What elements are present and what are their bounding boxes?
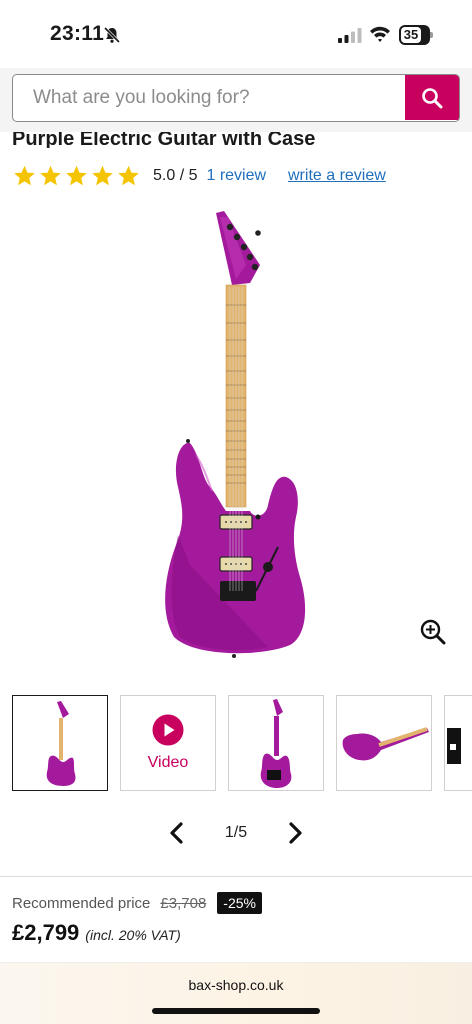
thumbnail-4[interactable]	[336, 695, 432, 791]
battery-level: 35	[401, 27, 421, 43]
star-icon	[92, 165, 113, 186]
product-rating: 5.0 / 5 1 review	[12, 163, 266, 189]
cellular-signal-icon	[338, 28, 362, 43]
recommended-price-label: Recommended price	[12, 894, 151, 912]
search-input[interactable]	[13, 75, 405, 120]
video-label: Video	[147, 754, 189, 771]
search-bar	[12, 74, 460, 122]
battery-icon: 35	[399, 25, 433, 45]
status-bar: 23:11 35	[0, 0, 472, 68]
write-review-link[interactable]: write a review	[288, 167, 386, 185]
thumbnail-5[interactable]	[444, 695, 472, 791]
price-row: £2,799 (incl. 20% VAT)	[12, 920, 181, 948]
star-icon	[118, 165, 139, 186]
browser-address-bar[interactable]: bax-shop.co.uk	[0, 962, 472, 1024]
search-icon	[422, 87, 443, 108]
discount-badge: -25%	[217, 892, 262, 914]
wifi-icon	[370, 26, 390, 42]
case-thumbnail	[447, 728, 461, 764]
recommended-price: £3,708	[160, 894, 207, 912]
recommended-price-row: Recommended price £3,708 -25%	[12, 891, 262, 915]
product-image[interactable]	[150, 205, 330, 665]
review-count-link[interactable]: 1 review	[206, 167, 266, 185]
play-video-icon	[152, 714, 184, 746]
star-icon	[40, 165, 61, 186]
search-button[interactable]	[405, 75, 459, 120]
page-indicator: 1/5	[224, 824, 248, 841]
star-icon	[14, 165, 35, 186]
current-price: £2,799	[12, 920, 80, 945]
thumbnail-1[interactable]	[12, 695, 108, 791]
guitar-back-thumbnail	[260, 699, 292, 788]
gallery-pager: 1/5	[160, 818, 310, 848]
thumbnail-3[interactable]	[228, 695, 324, 791]
bell-muted-icon	[103, 26, 121, 44]
home-indicator[interactable]	[152, 1008, 320, 1014]
thumbnail-video[interactable]: Video	[120, 695, 216, 791]
chevron-left-icon[interactable]	[168, 822, 184, 844]
zoom-in-icon[interactable]	[419, 618, 447, 646]
header-shadow	[0, 126, 472, 132]
thumbnail-strip: Video	[12, 695, 472, 791]
chevron-right-icon[interactable]	[288, 822, 304, 844]
search-header	[0, 68, 472, 130]
vat-note: (incl. 20% VAT)	[85, 927, 181, 943]
clock: 23:11	[50, 22, 105, 45]
divider	[0, 876, 472, 877]
url-text[interactable]: bax-shop.co.uk	[0, 977, 472, 993]
rating-stars	[12, 164, 141, 188]
guitar-side-thumbnail	[342, 727, 429, 761]
guitar-front-thumbnail	[46, 701, 76, 786]
star-icon	[66, 165, 87, 186]
rating-score: 5.0 / 5	[153, 167, 198, 184]
